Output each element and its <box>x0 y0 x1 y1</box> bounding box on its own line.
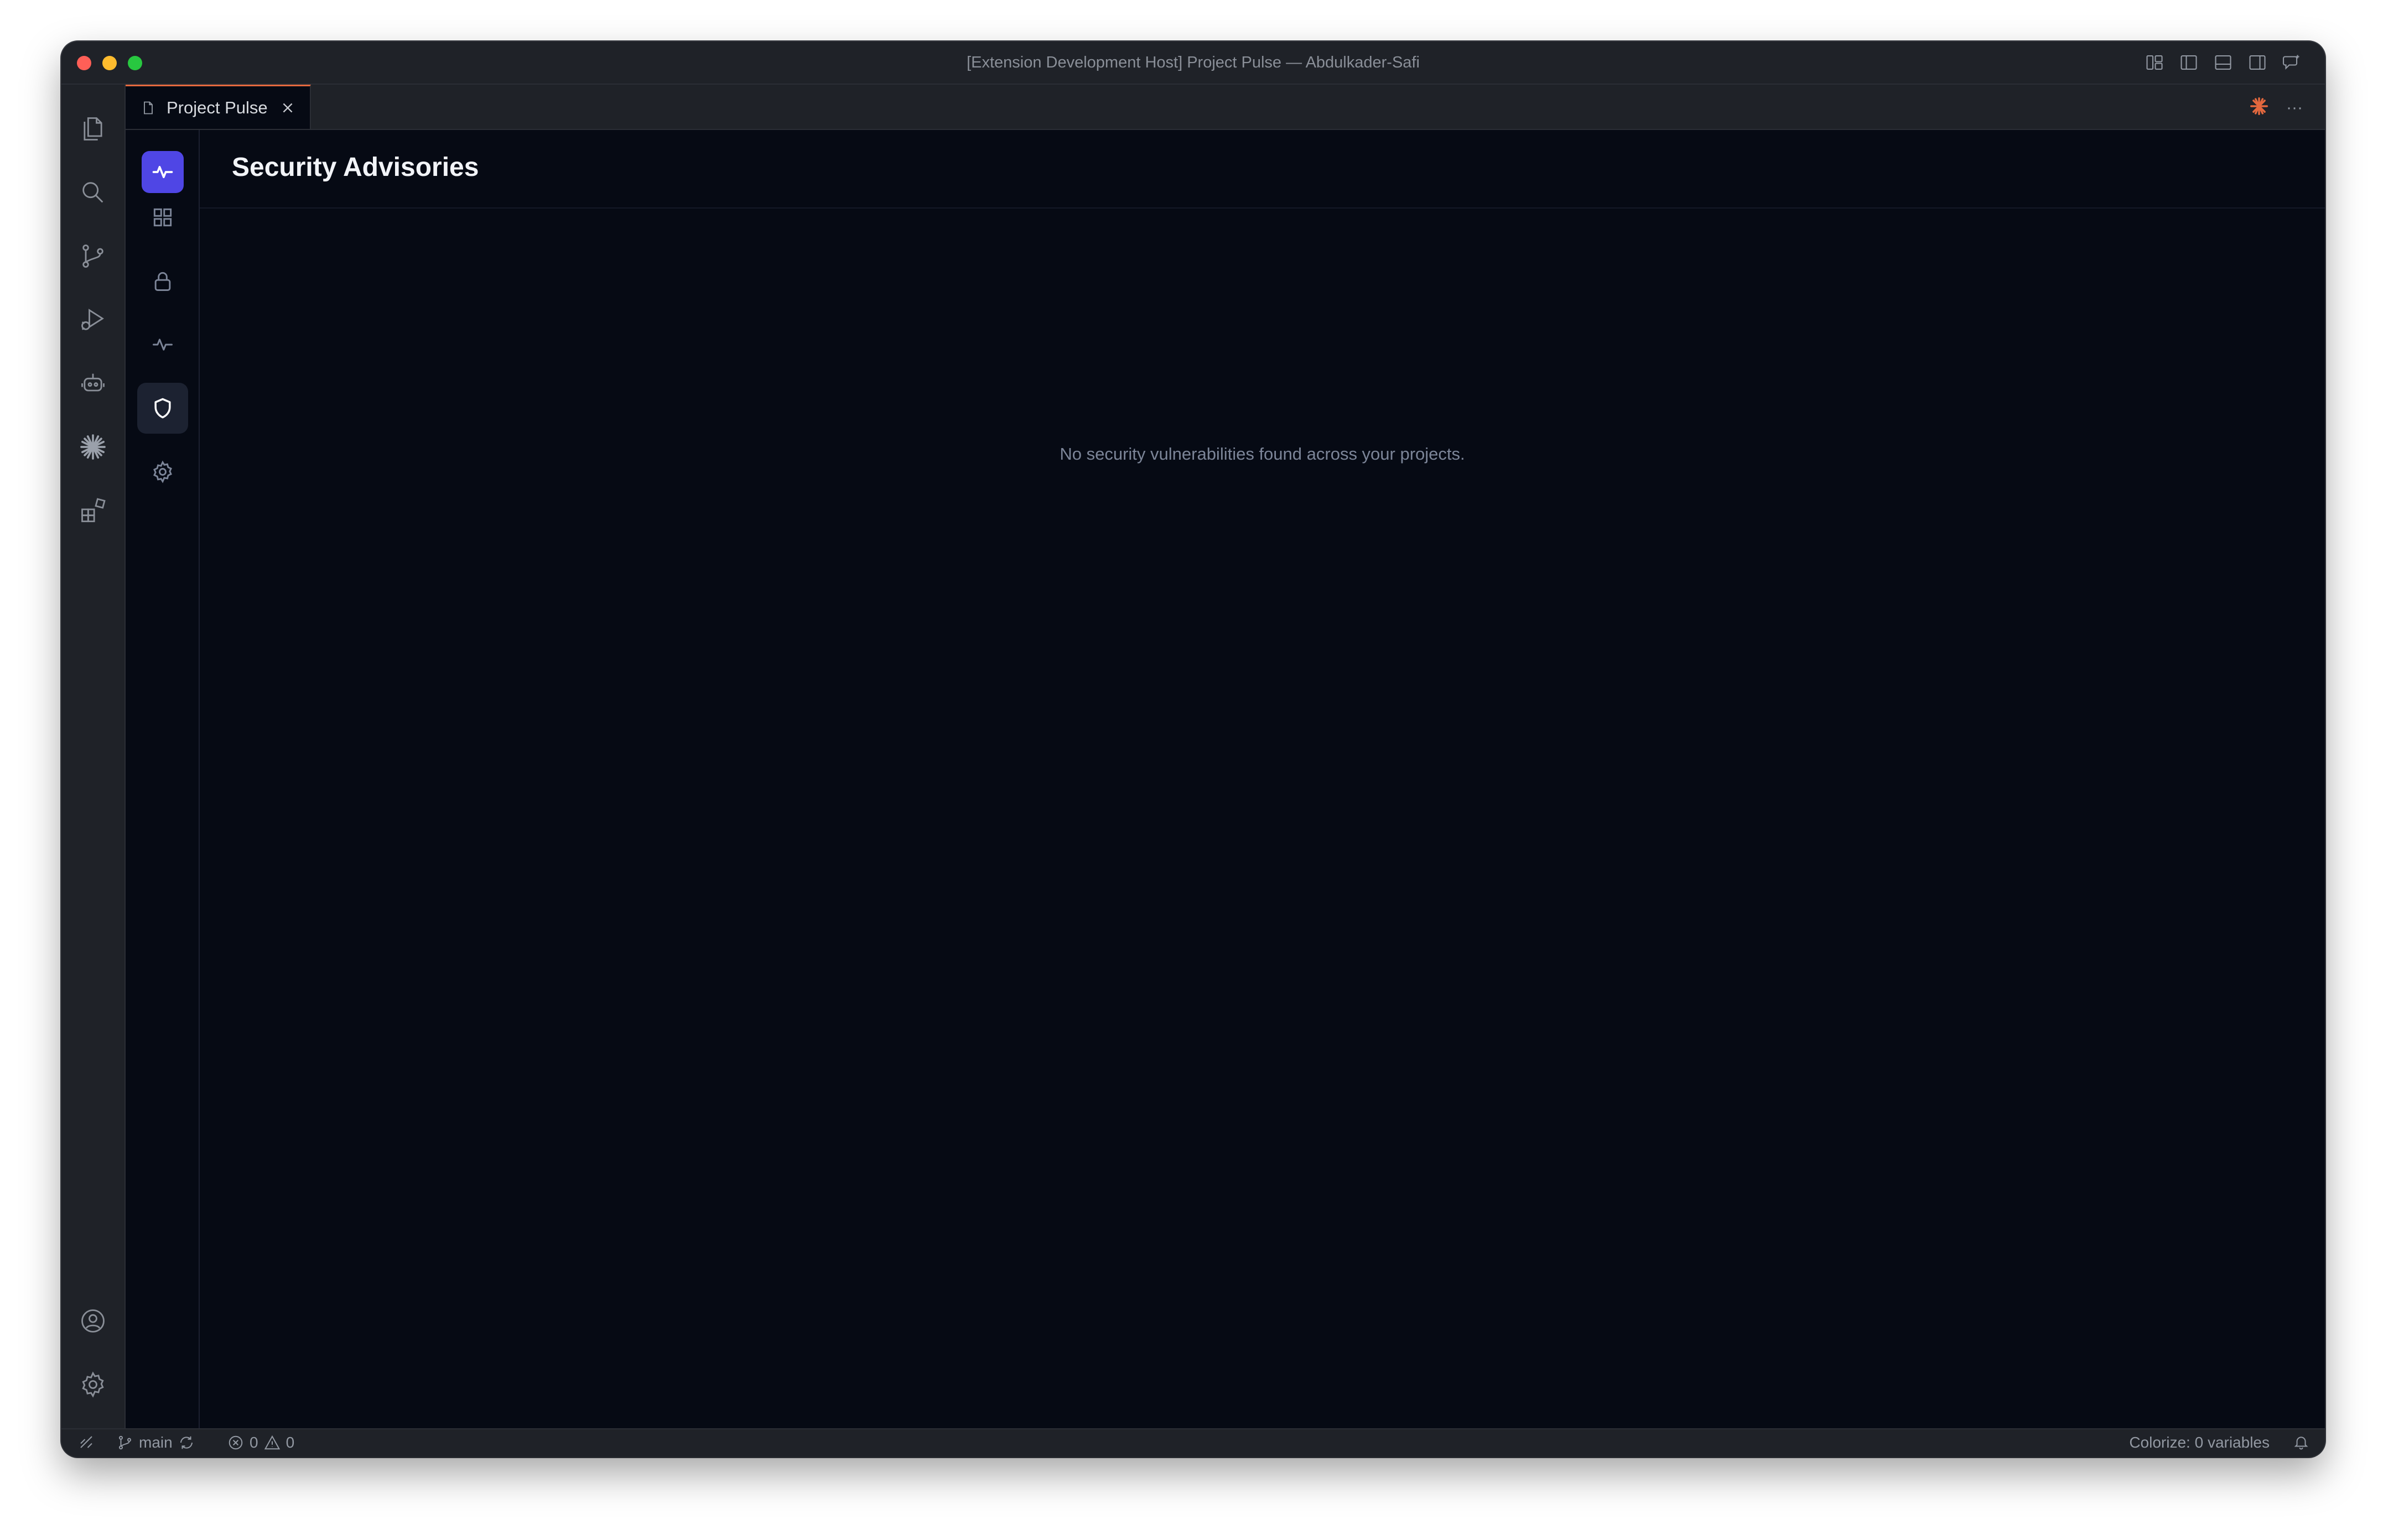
source-control-icon[interactable] <box>61 228 124 284</box>
chat-icon[interactable] <box>2281 51 2303 74</box>
tab-actions: ··· <box>2249 96 2303 119</box>
tab-bar: Project Pulse ··· <box>126 85 2325 130</box>
problems-status[interactable]: 0 0 <box>227 1434 294 1451</box>
remote-indicator[interactable] <box>78 1434 95 1450</box>
branch-name: main <box>139 1434 173 1451</box>
notifications-bell-icon[interactable] <box>2293 1434 2309 1450</box>
claude-icon[interactable] <box>2249 96 2270 119</box>
tab-project-pulse[interactable]: Project Pulse <box>126 85 311 129</box>
extension-sidebar <box>126 130 200 1429</box>
main-content: Security Advisories No security vulnerab… <box>200 130 2325 1429</box>
colorize-status[interactable]: Colorize: 0 variables <box>2129 1434 2270 1451</box>
manage-gear-icon[interactable] <box>61 1357 124 1412</box>
explorer-icon[interactable] <box>61 101 124 157</box>
toggle-primary-sidebar-icon[interactable] <box>2178 51 2200 74</box>
tab-label: Project Pulse <box>167 97 268 117</box>
project-pulse-logo[interactable] <box>142 151 184 193</box>
file-icon <box>140 98 157 117</box>
copilot-icon[interactable] <box>61 356 124 411</box>
empty-state-message: No security vulnerabilities found across… <box>1060 444 1465 464</box>
content-header: Security Advisories <box>200 130 2325 209</box>
error-icon <box>229 1435 243 1450</box>
more-actions-icon[interactable]: ··· <box>2286 98 2303 117</box>
activity-icon[interactable] <box>137 319 188 370</box>
extensions-icon[interactable] <box>61 483 124 538</box>
close-icon[interactable] <box>279 99 297 117</box>
error-count: 0 <box>250 1434 258 1451</box>
title-actions <box>2143 51 2303 74</box>
page-title: Security Advisories <box>232 153 479 182</box>
toggle-panel-icon[interactable] <box>2212 51 2234 74</box>
dashboard-icon[interactable] <box>137 192 188 243</box>
branch-status[interactable]: main <box>117 1434 195 1451</box>
accounts-icon[interactable] <box>61 1293 124 1349</box>
title-bar: [Extension Development Host] Project Pul… <box>61 41 2325 85</box>
warning-count: 0 <box>285 1434 295 1451</box>
sync-icon[interactable] <box>178 1434 195 1451</box>
shield-icon[interactable] <box>137 383 188 434</box>
warning-icon <box>264 1435 280 1450</box>
vscode-window: [Extension Development Host] Project Pul… <box>61 41 2325 1457</box>
search-icon[interactable] <box>61 165 124 220</box>
settings-icon[interactable] <box>137 446 188 497</box>
activity-bar <box>61 85 126 1429</box>
window-title: [Extension Development Host] Project Pul… <box>967 54 1420 71</box>
claude-icon[interactable] <box>61 419 124 475</box>
run-debug-icon[interactable] <box>61 292 124 347</box>
branch-icon <box>119 1435 131 1450</box>
status-bar: main 0 0 Colorize: 0 variables <box>61 1428 2325 1457</box>
lock-icon[interactable] <box>137 256 188 306</box>
toggle-secondary-sidebar-icon[interactable] <box>2246 51 2268 74</box>
layout-icon[interactable] <box>2143 51 2166 74</box>
